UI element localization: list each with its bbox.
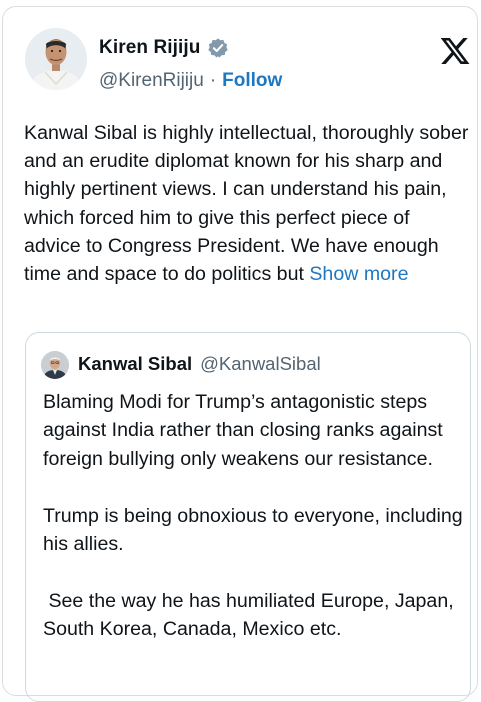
x-logo-icon[interactable] <box>439 35 471 67</box>
quoted-paragraph: See the way he has humiliated Europe, Ja… <box>43 589 460 641</box>
quoted-author-name: Kanwal Sibal <box>78 353 193 374</box>
author-name[interactable]: Kiren Rijiju <box>99 37 201 59</box>
show-more-link[interactable]: Show more <box>304 263 408 285</box>
tweet-body: Kanwal Sibal is highly intellectual, tho… <box>24 122 469 286</box>
follow-button[interactable]: Follow <box>222 70 282 92</box>
quoted-paragraph: Blaming Modi for Trump’s antagonistic st… <box>43 391 443 470</box>
tweet-card: Kiren Rijiju @KirenRijiju · Follow Kanwa… <box>2 6 478 702</box>
quoted-author-avatar[interactable] <box>41 351 69 379</box>
author-handle-row: @KirenRijiju · Follow <box>99 70 282 92</box>
avatar-portrait-icon <box>25 28 87 90</box>
quoted-tweet[interactable]: Kanwal Sibal @KanwalSibal Blaming Modi f… <box>25 332 471 702</box>
quoted-tweet-text: Blaming Modi for Trump’s antagonistic st… <box>43 388 463 644</box>
quoted-avatar-portrait-icon <box>41 351 69 379</box>
quoted-paragraph: Trump is being obnoxious to everyone, in… <box>43 504 463 556</box>
author-name-row: Kiren Rijiju <box>99 37 229 59</box>
author-handle[interactable]: @KirenRijiju <box>99 70 204 92</box>
quoted-author-row: Kanwal Sibal @KanwalSibal <box>78 353 321 375</box>
author-avatar[interactable] <box>25 28 87 90</box>
separator-dot: · <box>209 70 217 91</box>
tweet-text: Kanwal Sibal is highly intellectual, tho… <box>24 119 469 288</box>
quoted-author-handle: @KanwalSibal <box>200 353 321 374</box>
verified-badge-icon <box>207 38 228 58</box>
